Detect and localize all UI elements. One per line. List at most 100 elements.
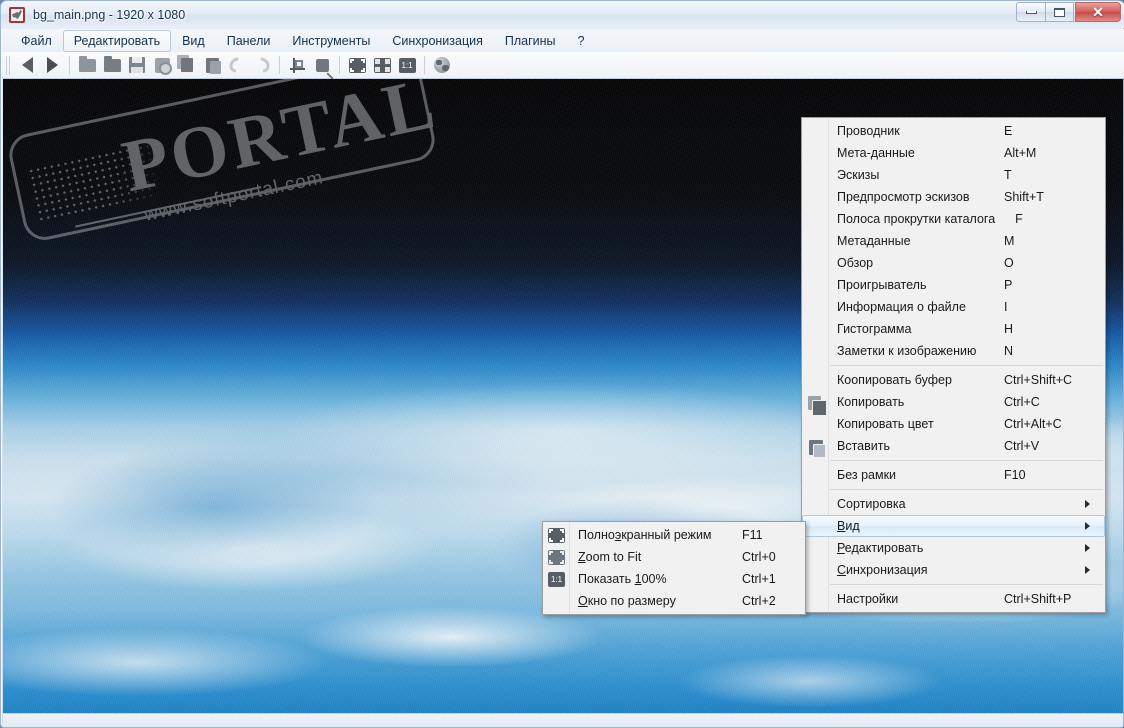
back-button[interactable] bbox=[15, 54, 39, 76]
folder-button[interactable] bbox=[100, 54, 124, 76]
redo-button[interactable] bbox=[250, 54, 274, 76]
menu-separator bbox=[830, 365, 1103, 366]
menu-item-label: Копировать цвет bbox=[837, 417, 984, 431]
menu-item-thumbnail-preview[interactable]: Предпросмотр эскизов Shift+T bbox=[802, 186, 1105, 208]
window-title: bg_main.png - 1920 x 1080 bbox=[33, 8, 185, 22]
actual-size-button[interactable]: 1:1 bbox=[395, 54, 419, 76]
menu-plugins[interactable]: Плагины bbox=[494, 30, 567, 52]
menu-item-explorer[interactable]: Проводник E bbox=[802, 120, 1105, 142]
menu-separator bbox=[830, 584, 1103, 585]
menu-item-copy[interactable]: Копировать Ctrl+C bbox=[802, 391, 1105, 413]
menu-item-label: Вставить bbox=[837, 439, 984, 453]
submenu-item-zoom-to-fit[interactable]: Zoom to Fit Ctrl+0 bbox=[543, 546, 805, 568]
menu-item-label: Сортировка bbox=[837, 497, 1067, 511]
copy-icon bbox=[181, 58, 193, 72]
undo-button[interactable] bbox=[225, 54, 249, 76]
maximize-button[interactable] bbox=[1045, 2, 1074, 22]
menu-view[interactable]: Вид bbox=[171, 30, 216, 52]
menu-item-meta-data[interactable]: Мета-данные Alt+M bbox=[802, 142, 1105, 164]
menu-item-sync[interactable]: Синхронизация bbox=[802, 559, 1105, 581]
accesskey: э bbox=[615, 528, 621, 542]
open-folder-button[interactable] bbox=[75, 54, 99, 76]
panels-context-menu[interactable]: Проводник E Мета-данные Alt+M Эскизы T П… bbox=[801, 117, 1106, 613]
title-bar: bg_main.png - 1920 x 1080 ✕ bbox=[1, 1, 1124, 28]
menu-item-copy-color[interactable]: Копировать цвет Ctrl+Alt+C bbox=[802, 413, 1105, 435]
menu-item-no-frame[interactable]: Без рамки F10 bbox=[802, 464, 1105, 486]
menu-item-metadata[interactable]: Метаданные M bbox=[802, 230, 1105, 252]
menu-item-accel: Ctrl+Shift+P bbox=[1004, 592, 1090, 606]
maximize-icon bbox=[1054, 8, 1065, 17]
minimize-button[interactable] bbox=[1016, 2, 1045, 22]
menu-item-paste[interactable]: Вставить Ctrl+V bbox=[802, 435, 1105, 457]
toolbar-separator bbox=[339, 56, 340, 74]
crop-button[interactable] bbox=[285, 54, 309, 76]
close-button[interactable]: ✕ bbox=[1075, 2, 1121, 22]
menu-item-copy-buffer[interactable]: Коопировать буфер Ctrl+Shift+C bbox=[802, 369, 1105, 391]
menu-item-accel: Ctrl+C bbox=[1004, 395, 1090, 409]
menu-item-label: Метаданные bbox=[837, 234, 984, 248]
menu-item-label: Обзор bbox=[837, 256, 984, 270]
menu-item-accel: T bbox=[1004, 168, 1090, 182]
save-button[interactable] bbox=[125, 54, 149, 76]
zoom-tool-icon bbox=[316, 59, 329, 72]
menu-item-file-info[interactable]: Информация о файле I bbox=[802, 296, 1105, 318]
copy-button[interactable] bbox=[175, 54, 199, 76]
menu-item-accel: Ctrl+V bbox=[1004, 439, 1090, 453]
menu-item-image-notes[interactable]: Заметки к изображению N bbox=[802, 340, 1105, 362]
menu-sync[interactable]: Синхронизация bbox=[381, 30, 494, 52]
menu-item-histogram[interactable]: Гистограмма H bbox=[802, 318, 1105, 340]
fullscreen-button[interactable] bbox=[345, 54, 369, 76]
menu-item-label: Настройки bbox=[837, 592, 984, 606]
menu-item-sort[interactable]: Сортировка bbox=[802, 493, 1105, 515]
menu-item-settings[interactable]: Настройки Ctrl+Shift+P bbox=[802, 588, 1105, 610]
menu-help[interactable]: ? bbox=[567, 30, 596, 52]
open-folder-icon bbox=[79, 59, 96, 72]
menu-item-thumbnails[interactable]: Эскизы T bbox=[802, 164, 1105, 186]
toolbar-separator bbox=[279, 56, 280, 74]
submenu-item-label: Окно по размеру bbox=[578, 594, 722, 608]
web-button[interactable] bbox=[430, 54, 454, 76]
minimize-icon bbox=[1026, 11, 1037, 14]
menu-item-label: Эскизы bbox=[837, 168, 984, 182]
menu-item-accel: M bbox=[1004, 234, 1090, 248]
menu-item-player[interactable]: Проигрыватель P bbox=[802, 274, 1105, 296]
menu-tools[interactable]: Инструменты bbox=[281, 30, 381, 52]
application-window: bg_main.png - 1920 x 1080 ✕ Файл Редакти… bbox=[0, 0, 1124, 728]
menu-file[interactable]: Файл bbox=[10, 30, 63, 52]
globe-icon bbox=[434, 57, 450, 73]
view-submenu[interactable]: Полноэкранный режим F11 Zoom to Fit Ctrl… bbox=[542, 521, 806, 615]
paste-icon bbox=[206, 58, 219, 73]
menu-item-accel: I bbox=[1004, 300, 1090, 314]
submenu-item-accel: Ctrl+0 bbox=[742, 550, 794, 564]
toolbar: 1:1 bbox=[2, 52, 1124, 79]
submenu-item-label: Zoom to Fit bbox=[578, 550, 722, 564]
menu-item-accel: Alt+M bbox=[1004, 146, 1090, 160]
window-controls: ✕ bbox=[1016, 2, 1121, 22]
delete-button[interactable] bbox=[150, 54, 174, 76]
paste-icon bbox=[809, 440, 823, 455]
submenu-item-fit-window[interactable]: Окно по размеру Ctrl+2 bbox=[543, 590, 805, 612]
crop-icon bbox=[290, 58, 305, 73]
menu-item-edit[interactable]: Редактировать bbox=[802, 537, 1105, 559]
menu-edit[interactable]: Редактировать bbox=[63, 30, 171, 52]
menu-item-label: Синхронизация bbox=[837, 563, 1067, 577]
zoom-tool-button[interactable] bbox=[310, 54, 334, 76]
forward-icon bbox=[47, 57, 58, 73]
delete-icon bbox=[155, 58, 170, 73]
chevron-right-icon bbox=[1085, 566, 1090, 574]
menu-panels[interactable]: Панели bbox=[216, 30, 282, 52]
menu-item-accel: O bbox=[1004, 256, 1090, 270]
menu-item-view[interactable]: Вид bbox=[802, 515, 1105, 537]
fit-icon bbox=[548, 550, 565, 565]
toolbar-grip[interactable] bbox=[6, 56, 11, 75]
submenu-item-actual-size[interactable]: 1:1 Показать 100% Ctrl+1 bbox=[543, 568, 805, 590]
menu-separator bbox=[830, 489, 1103, 490]
forward-button[interactable] bbox=[40, 54, 64, 76]
paste-button[interactable] bbox=[200, 54, 224, 76]
close-icon: ✕ bbox=[1092, 5, 1104, 19]
submenu-item-fullscreen[interactable]: Полноэкранный режим F11 bbox=[543, 524, 805, 546]
menu-item-catalog-scrollbar[interactable]: Полоса прокрутки каталога F bbox=[802, 208, 1105, 230]
menu-item-overview[interactable]: Обзор O bbox=[802, 252, 1105, 274]
fit-button[interactable] bbox=[370, 54, 394, 76]
menu-item-label: Редактировать bbox=[837, 541, 1067, 555]
